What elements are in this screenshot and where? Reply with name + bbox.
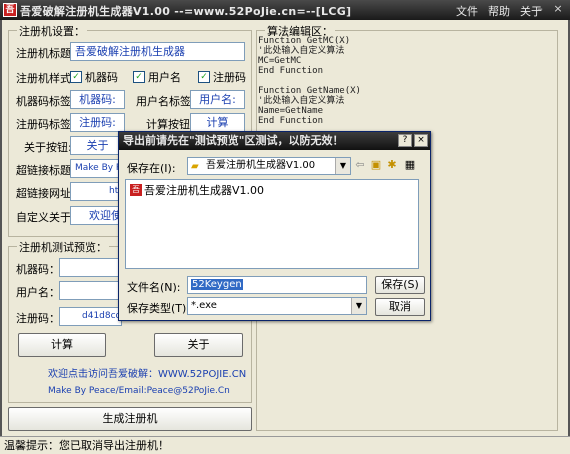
checkbox-username[interactable]: ✓ 用户名	[133, 69, 181, 85]
view-menu-icon[interactable]: ▦	[403, 158, 417, 172]
new-folder-icon[interactable]: ✱	[385, 158, 399, 172]
checkbox-machine[interactable]: ✓ 机器码	[70, 69, 118, 85]
close-icon[interactable]: ×	[414, 134, 428, 147]
hyperlink-url-label: 超链接网址:	[16, 187, 75, 200]
hyperlink-title-label: 超链接标题:	[16, 164, 75, 177]
style-label: 注册机样式:	[16, 72, 75, 85]
keygen-title-label: 注册机标题:	[16, 47, 75, 60]
menu-bar: 文件 帮助 关于	[456, 3, 542, 19]
checkbox-machine-label: 机器码	[85, 71, 118, 84]
chevron-down-icon[interactable]: ▼	[335, 158, 350, 174]
hyperlink-url-input[interactable]: ht	[70, 182, 125, 201]
check-icon: ✓	[198, 71, 210, 83]
save-dialog: 导出前请先在"测试预览"区测试，以防无效！ ? × 保存在(I): ▰ 吾爱注册…	[118, 131, 431, 321]
test-calc-button[interactable]: 计算	[18, 333, 106, 357]
save-button[interactable]: 保存(S)	[375, 276, 425, 294]
filetype-label: 保存类型(T):	[127, 302, 191, 315]
up-folder-icon[interactable]: ▣	[369, 158, 383, 172]
test-machine-input[interactable]	[59, 258, 122, 277]
about-btn-input[interactable]: 关于	[70, 136, 125, 155]
close-icon[interactable]: ×	[551, 3, 565, 16]
settings-group-title: 注册机设置：	[17, 23, 87, 39]
save-in-label: 保存在(I):	[127, 162, 176, 175]
username-label-input[interactable]: 用户名:	[190, 90, 245, 109]
generate-button[interactable]: 生成注册机	[8, 407, 252, 431]
file-item-label: 吾爱注册机生成器V1.00	[144, 184, 265, 197]
machine-label-input[interactable]: 机器码:	[70, 90, 125, 109]
back-icon[interactable]: ⇦	[353, 158, 367, 172]
menu-help[interactable]: 帮助	[488, 3, 510, 19]
app-icon: 吾	[3, 3, 17, 17]
filename-label: 文件名(N):	[127, 281, 181, 294]
chevron-down-icon[interactable]: ▼	[351, 298, 366, 314]
folder-icon: ▰	[191, 161, 199, 172]
regcode-label-label: 注册码标签:	[16, 118, 75, 131]
window-title: 吾爱破解注册机生成器V1.00 --=www.52PoJie.cn=--[LCG…	[20, 5, 352, 18]
minimize-icon[interactable]: –	[533, 3, 547, 16]
test-group-title: 注册机测试预览：	[17, 239, 109, 255]
title-bar: 吾 吾爱破解注册机生成器V1.00 --=www.52PoJie.cn=--[L…	[0, 0, 570, 20]
hyperlink-title-input[interactable]: Make By Pe	[70, 159, 125, 178]
test-username-label: 用户名：	[16, 286, 60, 299]
menu-file[interactable]: 文件	[456, 3, 478, 19]
check-icon: ✓	[70, 71, 82, 83]
filetype-combo[interactable]: *.exe ▼	[187, 297, 367, 315]
filename-value: 52Keygen	[191, 279, 243, 290]
test-about-button[interactable]: 关于	[154, 333, 243, 357]
keygen-title-input[interactable]: 吾爱破解注册机生成器	[70, 42, 245, 61]
file-item[interactable]: 吾 吾爱注册机生成器V1.00	[130, 182, 264, 198]
custom-about-label: 自定义关于:	[16, 211, 75, 224]
dialog-controls: ? ×	[398, 134, 428, 147]
website-link[interactable]: 欢迎点击访问吾爱破解：WWW.52POJIE.CN	[48, 365, 246, 380]
test-username-input[interactable]	[59, 281, 122, 300]
test-regcode-label: 注册码：	[16, 312, 60, 325]
checkbox-username-label: 用户名	[148, 71, 181, 84]
status-bar: 温馨提示：您已取消导出注册机！	[0, 436, 570, 454]
save-in-combo[interactable]: ▰ 吾爱注册机生成器V1.00 ▼	[187, 157, 351, 175]
cancel-button[interactable]: 取消	[375, 298, 425, 316]
dialog-title: 导出前请先在"测试预览"区测试，以防无效！	[119, 132, 430, 150]
checkbox-regcode[interactable]: ✓ 注册码	[198, 69, 246, 85]
check-icon: ✓	[133, 71, 145, 83]
filename-input[interactable]: 52Keygen	[187, 276, 367, 294]
custom-about-input[interactable]: 欢迎使用	[70, 206, 125, 225]
machine-label-label: 机器码标签:	[16, 95, 75, 108]
app-file-icon: 吾	[130, 184, 142, 196]
checkbox-regcode-label: 注册码	[213, 71, 246, 84]
filetype-value: *.exe	[191, 300, 217, 311]
test-regcode-input[interactable]: d41d8cd98	[59, 307, 122, 326]
username-label-label: 用户名标签:	[136, 95, 195, 108]
file-list[interactable]: 吾 吾爱注册机生成器V1.00	[125, 179, 419, 269]
save-in-value: 吾爱注册机生成器V1.00	[206, 160, 316, 171]
test-machine-label: 机器码：	[16, 263, 60, 276]
help-icon[interactable]: ?	[398, 134, 412, 147]
about-btn-label: 关于按钮:	[24, 141, 72, 154]
regcode-label-input[interactable]: 注册码:	[70, 113, 125, 132]
calc-label-label: 计算按钮:	[146, 118, 194, 131]
make-by-link[interactable]: Make By Peace/Email:Peace@52PoJie.Cn	[48, 386, 230, 396]
calc-label-input[interactable]: 计算	[190, 113, 245, 132]
